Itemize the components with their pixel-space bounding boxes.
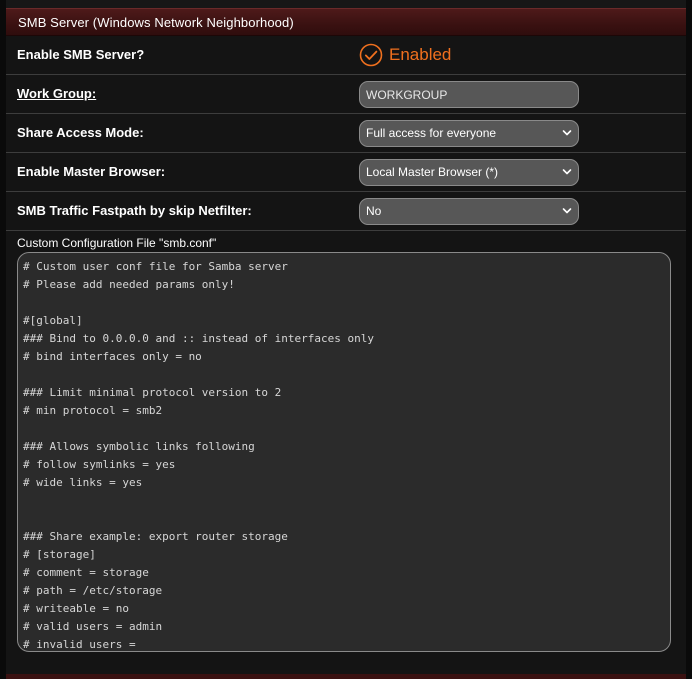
row-work-group: Work Group: [6,75,686,114]
chevron-down-icon [562,208,572,214]
panel-right-border [686,0,692,679]
settings-rows: Enable SMB Server? Enabled Work Group: S… [6,36,686,231]
chevron-down-icon [562,169,572,175]
share-access-select[interactable]: Full access for everyone [359,120,579,147]
smb-server-panel: SMB Server (Windows Network Neighborhood… [0,0,692,679]
master-browser-label: Enable Master Browser: [17,164,166,179]
config-textarea[interactable]: # Custom user conf file for Samba server… [17,252,671,652]
row-share-access-mode: Share Access Mode: Full access for every… [6,114,686,153]
check-circle-icon [359,43,383,67]
master-browser-selected: Local Master Browser (*) [366,165,499,179]
row-enable-smb-server: Enable SMB Server? Enabled [6,36,686,75]
config-file-label: Custom Configuration File "smb.conf" [17,236,217,250]
row-fastpath: SMB Traffic Fastpath by skip Netfilter: … [6,192,686,231]
enable-smb-label: Enable SMB Server? [17,47,145,62]
share-access-selected: Full access for everyone [366,126,497,140]
share-access-label: Share Access Mode: [17,125,144,140]
enable-smb-status: Enabled [389,45,452,64]
fastpath-label: SMB Traffic Fastpath by skip Netfilter: [17,203,252,218]
panel-bottom-strip [6,674,686,679]
section-header: SMB Server (Windows Network Neighborhood… [6,8,686,36]
panel-top-strip [6,0,686,8]
work-group-label[interactable]: Work Group: [17,86,96,101]
fastpath-select[interactable]: No [359,198,579,225]
fastpath-selected: No [366,204,382,218]
section-title: SMB Server (Windows Network Neighborhood… [18,15,294,30]
config-content: # Custom user conf file for Samba server… [23,260,374,651]
enable-smb-toggle[interactable]: Enabled [359,43,451,67]
chevron-down-icon [562,130,572,136]
work-group-input[interactable] [359,81,579,108]
row-master-browser: Enable Master Browser: Local Master Brow… [6,153,686,192]
master-browser-select[interactable]: Local Master Browser (*) [359,159,579,186]
